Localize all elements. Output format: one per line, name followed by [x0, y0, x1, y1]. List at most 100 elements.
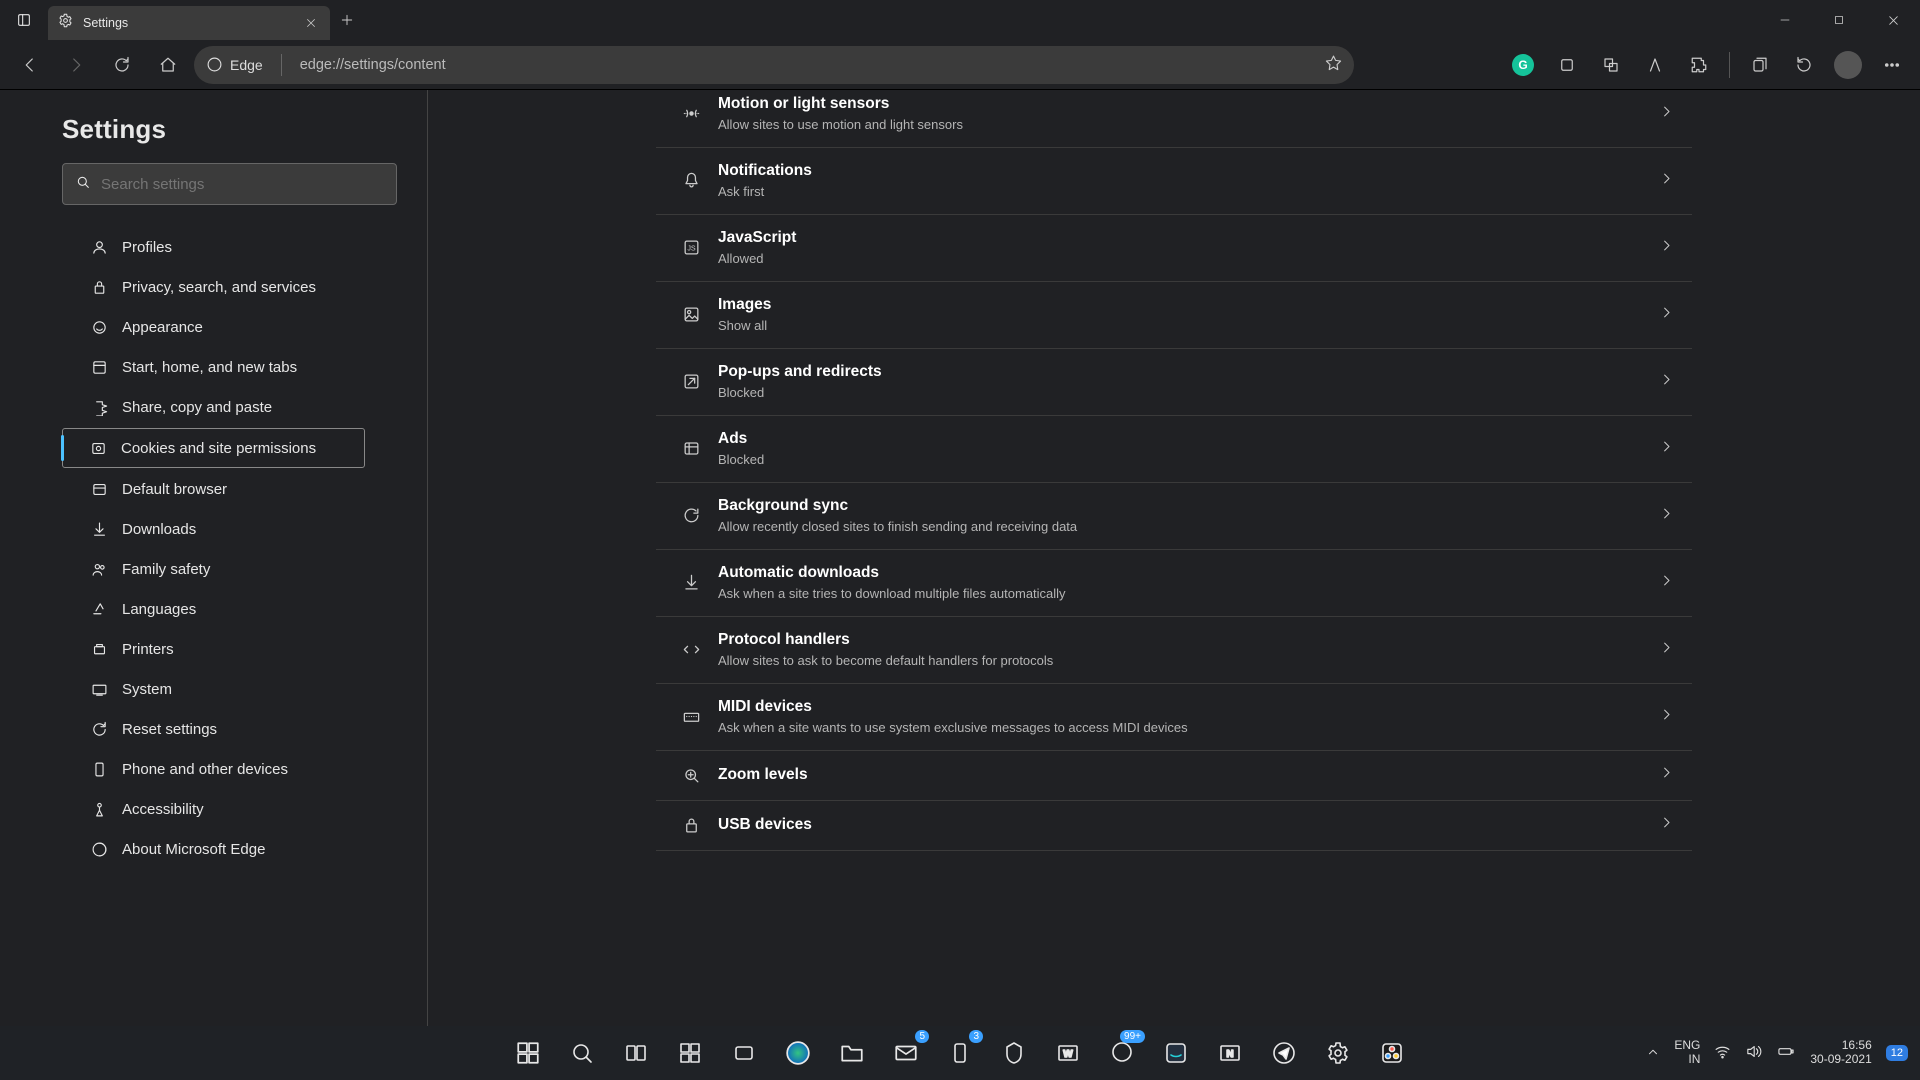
sidebar-item-appearance[interactable]: Appearance [0, 307, 427, 347]
language-indicator[interactable]: ENG IN [1674, 1039, 1700, 1067]
back-button[interactable] [10, 47, 50, 83]
mail-icon[interactable]: 5 [885, 1032, 927, 1074]
sidebar-item-icon [90, 721, 108, 738]
teams-icon[interactable] [723, 1032, 765, 1074]
permission-row-images[interactable]: ImagesShow all [656, 282, 1692, 349]
sidebar-item-reset-settings[interactable]: Reset settings [0, 709, 427, 749]
favorites-icon[interactable] [1325, 54, 1342, 76]
sidebar-item-icon [90, 561, 108, 578]
close-icon[interactable] [302, 14, 320, 32]
wifi-icon[interactable] [1714, 1043, 1731, 1063]
extension-icon[interactable] [1549, 47, 1585, 83]
permission-row-motion-or-light-sensors[interactable]: Motion or light sensorsAllow sites to us… [656, 90, 1692, 148]
messenger-icon[interactable]: 99+ [1101, 1032, 1143, 1074]
phone-link-icon[interactable]: 3 [939, 1032, 981, 1074]
sidebar-item-icon [90, 481, 108, 498]
tab-actions-icon[interactable] [0, 12, 48, 28]
profile-avatar[interactable] [1830, 47, 1866, 83]
widgets-button[interactable] [669, 1032, 711, 1074]
task-view-button[interactable] [615, 1032, 657, 1074]
collections-icon[interactable] [1742, 47, 1778, 83]
identity-text: Edge [230, 57, 263, 73]
mail-badge: 5 [915, 1030, 929, 1043]
address-bar[interactable]: Edge edge://settings/content [194, 46, 1354, 84]
explorer-icon[interactable] [831, 1032, 873, 1074]
sidebar-item-family-safety[interactable]: Family safety [0, 549, 427, 589]
sidebar-item-about-microsoft-edge[interactable]: About Microsoft Edge [0, 829, 427, 869]
window-maximize-button[interactable] [1812, 0, 1866, 40]
permission-row-background-sync[interactable]: Background syncAllow recently closed sit… [656, 483, 1692, 550]
settings-icon[interactable] [1317, 1032, 1359, 1074]
permission-icon [674, 104, 708, 123]
sidebar-item-label: Share, copy and paste [122, 399, 272, 416]
sidebar-item-cookies-and-site-permissions[interactable]: Cookies and site permissions [62, 428, 365, 468]
window-close-button[interactable] [1866, 0, 1920, 40]
sidebar-item-languages[interactable]: Languages [0, 589, 427, 629]
permission-icon [674, 640, 708, 659]
permission-row-zoom-levels[interactable]: Zoom levels [656, 751, 1692, 801]
new-tab-button[interactable] [330, 13, 364, 27]
sidebar-item-icon [90, 601, 108, 618]
search-button[interactable] [561, 1032, 603, 1074]
permission-row-midi-devices[interactable]: MIDI devicesAsk when a site wants to use… [656, 684, 1692, 751]
telegram-icon[interactable] [1263, 1032, 1305, 1074]
history-icon[interactable] [1786, 47, 1822, 83]
word-icon[interactable]: W [1047, 1032, 1089, 1074]
davinci-icon[interactable] [1371, 1032, 1413, 1074]
sidebar-item-phone-and-other-devices[interactable]: Phone and other devices [0, 749, 427, 789]
home-button[interactable] [148, 47, 188, 83]
permission-row-ads[interactable]: AdsBlocked [656, 416, 1692, 483]
search-settings-input[interactable] [62, 163, 397, 205]
window-minimize-button[interactable] [1758, 0, 1812, 40]
extension-icon-2[interactable] [1593, 47, 1629, 83]
battery-icon[interactable] [1776, 1043, 1796, 1063]
sidebar-item-label: Default browser [122, 481, 227, 498]
sidebar-item-label: About Microsoft Edge [122, 841, 265, 858]
gear-icon [58, 13, 73, 33]
permission-row-javascript[interactable]: JSJavaScriptAllowed [656, 215, 1692, 282]
sidebar-item-downloads[interactable]: Downloads [0, 509, 427, 549]
sidebar-item-printers[interactable]: Printers [0, 629, 427, 669]
edge-brand-chip: Edge [206, 56, 263, 73]
chevron-right-icon [1659, 765, 1674, 785]
start-button[interactable] [507, 1032, 549, 1074]
permission-title: Notifications [718, 162, 1659, 180]
permission-subtitle: Allow recently closed sites to finish se… [718, 519, 1659, 534]
forward-button[interactable] [56, 47, 96, 83]
clock[interactable]: 16:56 30-09-2021 [1810, 1039, 1871, 1067]
permission-row-notifications[interactable]: NotificationsAsk first [656, 148, 1692, 215]
extension-icon-3[interactable] [1637, 47, 1673, 83]
sidebar-item-accessibility[interactable]: Accessibility [0, 789, 427, 829]
permission-row-protocol-handlers[interactable]: Protocol handlersAllow sites to ask to b… [656, 617, 1692, 684]
sidebar-item-privacy-search-and-services[interactable]: Privacy, search, and services [0, 267, 427, 307]
onenote-icon[interactable]: N [1209, 1032, 1251, 1074]
volume-icon[interactable] [1745, 1043, 1762, 1063]
sidebar-item-system[interactable]: System [0, 669, 427, 709]
permission-row-usb-devices[interactable]: USB devices [656, 801, 1692, 851]
brave-icon[interactable] [993, 1032, 1035, 1074]
browser-tab[interactable]: Settings [48, 6, 330, 40]
sidebar-item-label: Reset settings [122, 721, 217, 738]
windows-taskbar: 5 3 W 99+ N ENG IN 16:56 30-09-2021 12 [0, 1026, 1920, 1080]
search-field[interactable] [101, 176, 384, 193]
sidebar-item-start-home-and-new-tabs[interactable]: Start, home, and new tabs [0, 347, 427, 387]
sidebar-item-default-browser[interactable]: Default browser [0, 469, 427, 509]
sidebar-item-share-copy-and-paste[interactable]: Share, copy and paste [0, 387, 427, 427]
permission-row-automatic-downloads[interactable]: Automatic downloadsAsk when a site tries… [656, 550, 1692, 617]
sidebar-item-icon [89, 440, 107, 457]
edge-icon[interactable] [777, 1032, 819, 1074]
sidebar-item-profiles[interactable]: Profiles [0, 227, 427, 267]
sidebar-item-label: Cookies and site permissions [121, 440, 316, 457]
chevron-right-icon [1659, 238, 1674, 258]
tray-chevron-icon[interactable] [1646, 1045, 1660, 1062]
notification-count[interactable]: 12 [1886, 1045, 1908, 1061]
svg-text:W: W [1063, 1049, 1073, 1060]
sidebar-item-label: Downloads [122, 521, 196, 538]
amazon-music-icon[interactable] [1155, 1032, 1197, 1074]
permission-row-pop-ups-and-redirects[interactable]: Pop-ups and redirectsBlocked [656, 349, 1692, 416]
grammarly-extension-icon[interactable]: G [1505, 47, 1541, 83]
more-menu-button[interactable] [1874, 47, 1910, 83]
permission-subtitle: Ask when a site tries to download multip… [718, 586, 1659, 601]
extensions-button[interactable] [1681, 47, 1717, 83]
refresh-button[interactable] [102, 47, 142, 83]
